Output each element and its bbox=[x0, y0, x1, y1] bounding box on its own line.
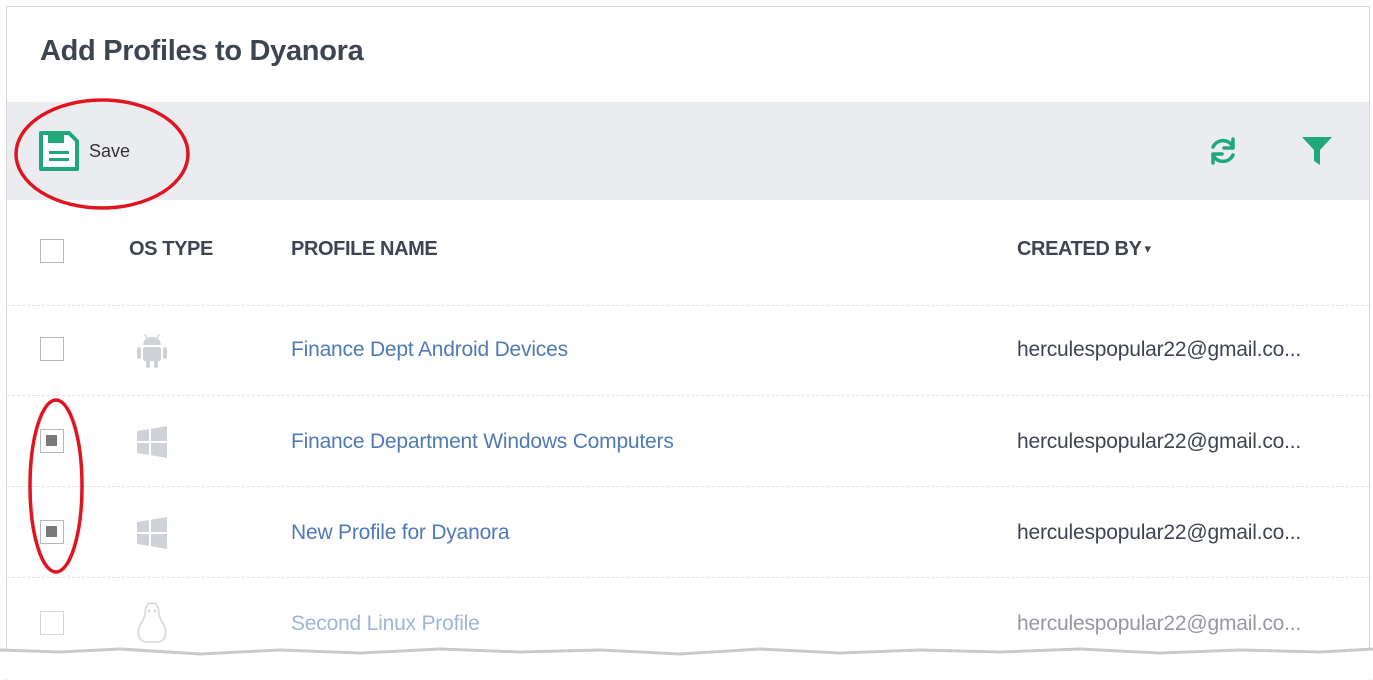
profile-link[interactable]: Second Linux Profile bbox=[291, 612, 480, 636]
created-by-value: herculespopular22@gmail.co... bbox=[1017, 338, 1302, 361]
save-button[interactable]: Save bbox=[37, 129, 130, 173]
row-checkbox[interactable] bbox=[40, 337, 64, 361]
add-profiles-dialog: Add Profiles to Dyanora Save OS TYPE PRO… bbox=[6, 6, 1370, 680]
column-profile-name[interactable]: PROFILE NAME bbox=[291, 238, 438, 261]
dialog-title: Add Profiles to Dyanora bbox=[40, 35, 364, 67]
windows-icon bbox=[137, 517, 167, 549]
created-by-value: herculespopular22@gmail.co... bbox=[1017, 430, 1302, 453]
profile-link[interactable]: Finance Dept Android Devices bbox=[291, 338, 568, 362]
created-by-value: herculespopular22@gmail.co... bbox=[1017, 521, 1302, 544]
table-row[interactable]: Finance Dept Android Devices herculespop… bbox=[7, 305, 1369, 396]
column-os-type[interactable]: OS TYPE bbox=[129, 238, 213, 261]
profile-link[interactable]: New Profile for Dyanora bbox=[291, 521, 510, 545]
column-created-by-label: CREATED BY bbox=[1017, 238, 1142, 260]
row-checkbox[interactable] bbox=[40, 520, 64, 544]
table-row[interactable]: Finance Department Windows Computers her… bbox=[7, 396, 1369, 487]
profile-link[interactable]: Finance Department Windows Computers bbox=[291, 430, 674, 454]
created-by-value: herculespopular22@gmail.co... bbox=[1017, 612, 1302, 635]
floppy-disk-icon bbox=[39, 131, 79, 171]
select-all-checkbox[interactable] bbox=[40, 239, 64, 263]
android-icon bbox=[137, 333, 167, 368]
table-row[interactable]: New Profile for Dyanora herculespopular2… bbox=[7, 487, 1369, 578]
row-checkbox[interactable] bbox=[40, 429, 64, 453]
table-header: OS TYPE PROFILE NAME CREATED BY ▾ bbox=[7, 200, 1369, 306]
filter-icon[interactable] bbox=[1300, 135, 1334, 167]
sort-desc-icon: ▾ bbox=[1144, 241, 1152, 256]
windows-icon bbox=[137, 426, 167, 458]
row-checkbox[interactable] bbox=[40, 611, 64, 635]
toolbar: Save bbox=[7, 102, 1369, 200]
column-created-by[interactable]: CREATED BY ▾ bbox=[1017, 238, 1151, 261]
refresh-icon[interactable] bbox=[1207, 135, 1239, 167]
save-label: Save bbox=[89, 140, 131, 161]
torn-edge-decoration bbox=[0, 647, 1373, 679]
